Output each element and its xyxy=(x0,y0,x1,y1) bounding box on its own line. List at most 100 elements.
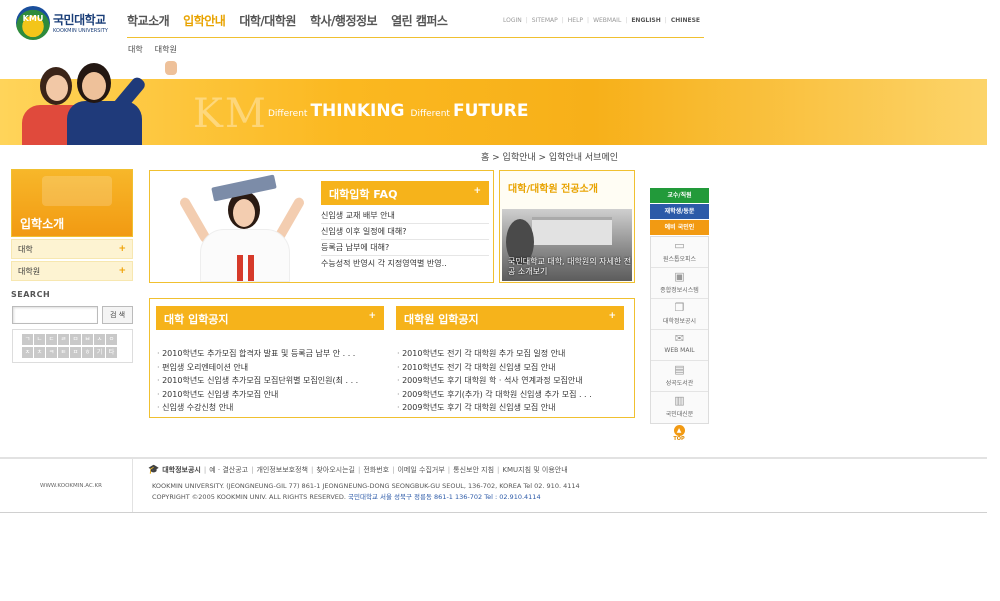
initial-button[interactable]: ㅎ xyxy=(82,346,93,358)
newspaper-icon: ▥ xyxy=(674,394,685,407)
scroll-top-button[interactable]: ▲ TOP xyxy=(672,425,686,445)
notice-item[interactable]: 2010학년도 신입생 추가모집 안내 xyxy=(156,388,384,402)
help-link[interactable]: HELP xyxy=(568,17,583,24)
arrow-up-icon: ▲ xyxy=(673,425,685,436)
initial-button[interactable]: ㅍ xyxy=(70,346,81,358)
footer-link-budget[interactable]: 예 · 결산공고 xyxy=(209,465,248,475)
gnb-item-about[interactable]: 학교소개 xyxy=(127,12,170,29)
quick-item-info-system[interactable]: ▣ 종합정보시스템 xyxy=(651,268,708,299)
quick-item-newspaper[interactable]: ▥ 국민대신문 xyxy=(651,392,708,423)
students-alumni-button[interactable]: 재학생/동문 xyxy=(650,204,709,219)
faculty-staff-button[interactable]: 교수/직원 xyxy=(650,188,709,203)
quick-item-webmail[interactable]: ✉ WEB MAIL xyxy=(651,330,708,361)
copyright-text: COPYRIGHT ©2005 KOOKMIN UNIV. ALL RIGHTS… xyxy=(152,493,346,501)
footer-link-phone[interactable]: 전화번호 xyxy=(363,465,389,475)
plus-icon: + xyxy=(368,311,376,321)
initial-button[interactable]: ㄱ xyxy=(22,334,33,345)
subnav-item-college[interactable]: 대학 xyxy=(128,44,143,55)
footer-link-security[interactable]: 통신보안 지침 xyxy=(453,465,494,475)
footer-separator: | xyxy=(447,466,451,474)
search-input[interactable] xyxy=(12,306,98,324)
college-notice-list: 2010학년도 추가모집 합격자 발표 및 등록금 납부 안 . . . 편입생… xyxy=(156,347,384,415)
faq-item[interactable]: 신입생 교재 배부 안내 xyxy=(321,208,489,224)
gnb-item-academic-info[interactable]: 학사/행정정보 xyxy=(310,12,378,29)
subnav-item-graduate[interactable]: 대학원 xyxy=(155,44,177,55)
sidebar-item-college[interactable]: 대학 + xyxy=(11,239,133,259)
footer-link-disclosure[interactable]: 대학정보공시 xyxy=(162,465,201,475)
initial-button[interactable]: ㅌ xyxy=(58,346,69,358)
initial-button[interactable]: ㅊ xyxy=(34,346,45,358)
quick-link-list: ▭ 원스톱오피스 ▣ 종합정보시스템 ❐ 대학정보공시 ✉ WEB MAIL ▤… xyxy=(650,236,709,424)
banner-students-image xyxy=(22,57,192,145)
footer-separator: | xyxy=(497,466,500,474)
left-sidebar: 입학소개 대학 + 대학원 + xyxy=(11,169,133,281)
notice-item[interactable]: 2010학년도 전기 각 대학원 추가 모집 일정 안내 xyxy=(396,347,624,361)
notice-item[interactable]: 신입생 수강신청 안내 xyxy=(156,401,384,415)
notice-item[interactable]: 2010학년도 추가모집 합격자 발표 및 등록금 납부 안 . . . xyxy=(156,347,384,361)
initial-button[interactable]: ㅇ xyxy=(106,334,117,345)
quick-menu: 교수/직원 재학생/동문 예비 국민인 ▭ 원스톱오피스 ▣ 종합정보시스템 ❐… xyxy=(650,188,709,424)
footer-link-guidelines[interactable]: KMU지침 및 이용안내 xyxy=(502,465,567,475)
graduate-notice-title: 대학원 입학공지 xyxy=(404,313,479,326)
sitemap-link[interactable]: SITEMAP xyxy=(532,17,558,24)
footer-link-privacy[interactable]: 개인정보보호정책 xyxy=(256,465,308,475)
initial-button[interactable]: ㅂ xyxy=(82,334,93,345)
search-button[interactable]: 검 색 xyxy=(102,306,133,324)
initial-button[interactable]: ㅈ xyxy=(22,346,33,358)
initial-button[interactable]: 기 xyxy=(94,346,105,358)
util-separator: | xyxy=(587,17,590,24)
shirt-stripe-shape xyxy=(237,255,243,281)
faq-header[interactable]: 대학입학 FAQ + xyxy=(321,181,489,205)
initial-button[interactable]: ㅅ xyxy=(94,334,105,345)
faq-item[interactable]: 등록금 납부에 대해? xyxy=(321,240,489,256)
student-boy-face-shape xyxy=(82,72,106,100)
footer-divider xyxy=(132,459,133,512)
quick-item-library[interactable]: ▤ 성곡도서관 xyxy=(651,361,708,392)
faq-panel: 대학입학 FAQ + 신입생 교재 배부 안내 신입생 이후 일정에 대해? 등… xyxy=(149,170,494,283)
notice-item[interactable]: 2010학년도 전기 각 대학원 신입생 모집 안내 xyxy=(396,361,624,375)
footer-separator: | xyxy=(392,466,395,474)
sub-navigation: 대학 대학원 xyxy=(128,44,177,55)
english-link[interactable]: ENGLISH xyxy=(631,17,660,24)
initial-button[interactable]: ㄴ xyxy=(34,334,45,345)
chinese-link[interactable]: CHINESE xyxy=(671,17,700,24)
university-logo[interactable]: KMU 국민대학교 KOOKMIN UNIVERSITY xyxy=(16,6,116,40)
college-notice-header[interactable]: 대학 입학공지 + xyxy=(156,306,384,330)
initial-button[interactable]: ㄹ xyxy=(58,334,69,345)
notice-item[interactable]: 2009학년도 후기(추가) 각 대학원 신입생 추가 모집 . . . xyxy=(396,388,624,402)
footer-link-email-refusal[interactable]: 이메일 수집거부 xyxy=(397,465,444,475)
initial-button[interactable]: ㅋ xyxy=(46,346,57,358)
gnb-item-open-campus[interactable]: 열린 캠퍼스 xyxy=(391,12,448,29)
login-link[interactable]: LOGIN xyxy=(503,17,522,24)
notice-item[interactable]: 2009학년도 후기 대학원 학 · 석사 연계과정 모집안내 xyxy=(396,374,624,388)
notice-item[interactable]: 2009학년도 후기 각 대학원 신입생 모집 안내 xyxy=(396,401,624,415)
graduate-notice-header[interactable]: 대학원 입학공지 + xyxy=(396,306,624,330)
faq-item[interactable]: 신입생 이후 일정에 대해? xyxy=(321,224,489,240)
quick-item-label: 원스톱오피스 xyxy=(662,256,697,263)
notice-item[interactable]: 2010학년도 신입생 추가모집 모집단위별 모집인원(최 . . . xyxy=(156,374,384,388)
quick-item-label: 대학정보공시 xyxy=(662,318,697,325)
footer-bottom-border xyxy=(0,512,987,513)
gnb-item-admission[interactable]: 입학안내 xyxy=(183,12,226,29)
gnb-item-colleges[interactable]: 대학/대학원 xyxy=(239,12,296,29)
top-label: TOP xyxy=(673,436,685,442)
sidebar-item-graduate[interactable]: 대학원 + xyxy=(11,261,133,281)
initial-button[interactable]: 타 xyxy=(106,346,117,358)
quick-item-label: 성곡도서관 xyxy=(665,380,694,387)
quick-item-onestop-office[interactable]: ▭ 원스톱오피스 xyxy=(651,237,708,268)
util-separator: | xyxy=(561,17,564,24)
plus-icon: + xyxy=(473,186,481,196)
mail-icon: ✉ xyxy=(674,332,685,345)
footer-link-directions[interactable]: 찾아오시는길 xyxy=(316,465,355,475)
sidebar-header: 입학소개 xyxy=(11,169,133,237)
faq-item[interactable]: 수능성적 반영시 각 지정영역별 반영.. xyxy=(321,256,489,272)
major-intro-panel[interactable]: 대학/대학원 전공소개 국민대학교 대학, 대학원의 자세한 전공 소개보기 xyxy=(499,170,635,283)
quick-item-disclosure[interactable]: ❐ 대학정보공시 xyxy=(651,299,708,330)
notice-item[interactable]: 편입생 오리엔테이션 안내 xyxy=(156,361,384,375)
prospective-students-button[interactable]: 예비 국민인 xyxy=(650,220,709,235)
student-face-shape xyxy=(233,199,255,227)
initial-button[interactable]: ㄷ xyxy=(46,334,57,345)
webmail-link[interactable]: WEBMAIL xyxy=(593,17,621,24)
college-notice-column: 대학 입학공지 + 2010학년도 추가모집 합격자 발표 및 등록금 납부 안… xyxy=(156,306,384,415)
initial-button[interactable]: ㅁ xyxy=(70,334,81,345)
